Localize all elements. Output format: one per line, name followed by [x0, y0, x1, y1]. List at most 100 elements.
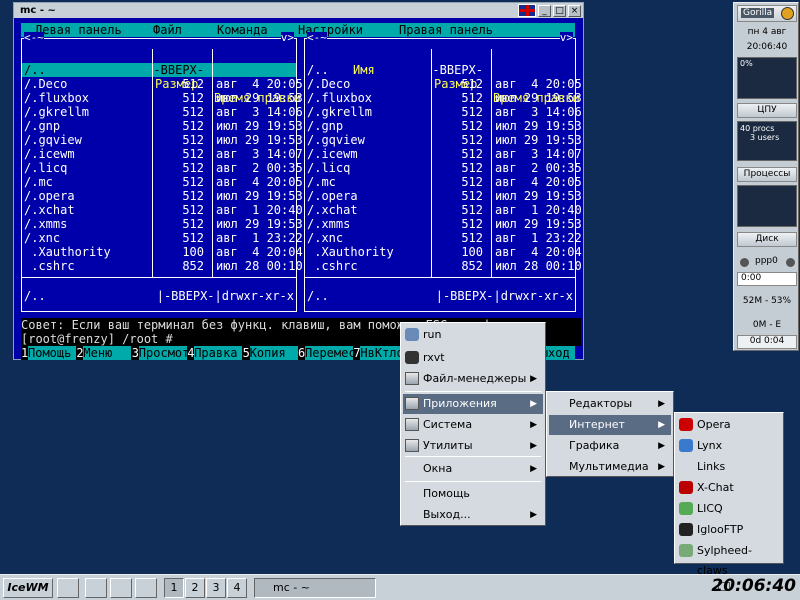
file-date: авг 3 14:07: [495, 147, 582, 161]
menu-item[interactable]: Sylpheed-claws: [677, 541, 781, 577]
menu-item-label: Утилиты: [423, 439, 473, 452]
file-row[interactable]: /.xnc 512 авг 1 23:22: [305, 231, 582, 245]
maximize-button[interactable]: □: [553, 4, 566, 17]
file-row[interactable]: /.gnp 512 июл 29 19:53: [22, 119, 303, 133]
menu-item[interactable]: Система ▶: [403, 415, 543, 435]
menu-item[interactable]: IglooFTP: [677, 520, 781, 540]
file-row[interactable]: /.licq 512 авг 2 00:35: [305, 161, 582, 175]
file-row[interactable]: /.gkrellm 512 авг 3 14:06: [305, 105, 582, 119]
close-button[interactable]: ×: [568, 4, 581, 17]
right-panel[interactable]: <-~ v> Имя Размер Время правки /.. -BBEPX…: [304, 32, 582, 312]
file-row[interactable]: /.xchat 512 авг 1 20:40: [22, 203, 303, 217]
fkey-label[interactable]: Просмотр: [138, 346, 187, 360]
menu-item[interactable]: Редакторы ▶: [549, 394, 671, 414]
taskbar-clock[interactable]: 20:06:40: [711, 576, 796, 596]
file-row[interactable]: /.icewm 512 авг 3 14:07: [305, 147, 582, 161]
menu-file[interactable]: Файл: [153, 23, 182, 37]
menu-item[interactable]: X-Chat: [677, 478, 781, 498]
workspace-3[interactable]: 3: [206, 578, 226, 598]
file-name: /.fluxbox: [307, 91, 373, 105]
file-size: 512: [182, 175, 204, 189]
fkey-label[interactable]: Меню: [83, 346, 132, 360]
fkey-label[interactable]: Помощь: [28, 346, 76, 360]
panel-path-tag[interactable]: <-~: [307, 32, 327, 44]
file-size: 512: [461, 147, 483, 161]
file-row[interactable]: /.opera 512 июл 29 19:53: [22, 189, 303, 203]
menu-item[interactable]: Приложения ▶: [403, 394, 543, 414]
minimize-button[interactable]: _: [538, 4, 551, 17]
show-desktop-icon[interactable]: [57, 578, 79, 598]
keyboard-layout-flag-icon[interactable]: [518, 4, 536, 17]
menu-item[interactable]: Файл-менеджеры ▶: [403, 369, 543, 389]
panel-menu-tag[interactable]: v>: [559, 32, 573, 44]
fkey-number: 4: [187, 346, 195, 360]
file-row[interactable]: /.opera 512 июл 29 19:53: [305, 189, 582, 203]
menu-item[interactable]: Links: [677, 457, 781, 477]
file-size: -BBEPX-: [153, 63, 204, 77]
fkey-label[interactable]: Перемес: [305, 346, 353, 360]
file-name: /.licq: [307, 161, 351, 175]
menu-item[interactable]: Утилиты ▶: [403, 436, 543, 456]
file-row[interactable]: /.. -BBEPX-: [305, 63, 575, 77]
file-row[interactable]: .cshrc 852 июл 28 00:10: [305, 259, 581, 273]
menu-item[interactable]: Окна ▶: [403, 459, 543, 479]
fkey-number: 2: [76, 346, 84, 360]
fkey-label[interactable]: Копия: [249, 346, 298, 360]
mc-window[interactable]: mc - ~ _ □ × Левая панель Файл Команда Н…: [13, 2, 584, 360]
file-row[interactable]: /.xchat 512 авг 1 20:40: [305, 203, 582, 217]
file-row[interactable]: .Xauthority 100 авг 4 20:04: [22, 245, 302, 259]
file-row[interactable]: /.fluxbox 512 июл 29 19:53: [305, 91, 582, 105]
file-row[interactable]: /.gnp 512 июл 29 19:53: [305, 119, 582, 133]
swap-label: 0M - E: [752, 320, 782, 330]
menu-left-panel[interactable]: Левая панель: [35, 23, 122, 37]
file-row[interactable]: /.Deco 512 авг 4 20:05: [22, 77, 303, 91]
start-button[interactable]: IceWM: [3, 578, 53, 598]
menu-item[interactable]: Мультимедиа ▶: [549, 457, 671, 477]
cpu-graph: 0%: [737, 57, 797, 99]
file-row[interactable]: /.fluxbox 512 июл 29 19:53: [22, 91, 303, 105]
panel-path-tag[interactable]: <-~: [24, 32, 44, 44]
file-size: 512: [461, 161, 483, 175]
menu-item[interactable]: Помощь: [403, 484, 543, 504]
menu-right-panel[interactable]: Правая панель: [399, 23, 493, 37]
folder-icon: [405, 418, 419, 431]
terminal-area[interactable]: Левая панель Файл Команда Настройки Прав…: [14, 19, 583, 360]
menu-item[interactable]: rxvt: [403, 348, 543, 368]
file-row[interactable]: /.mc 512 авг 4 20:05: [22, 175, 303, 189]
left-panel[interactable]: <-~ v> Имя Размер Время правки /.. -BBEPX…: [21, 32, 303, 312]
file-manager-icon[interactable]: [110, 578, 132, 598]
menu-item[interactable]: Lynx: [677, 436, 781, 456]
file-row[interactable]: /.. -BBEPX-: [22, 63, 296, 77]
file-row[interactable]: .cshrc 852 июл 28 00:10: [22, 259, 302, 273]
file-row[interactable]: .Xauthority 100 авг 4 20:04: [305, 245, 581, 259]
workspace-4[interactable]: 4: [227, 578, 247, 598]
menu-item[interactable]: Opera: [677, 415, 781, 435]
file-date: авг 3 14:07: [216, 147, 303, 161]
file-row[interactable]: /.Deco 512 авг 4 20:05: [305, 77, 582, 91]
file-row[interactable]: /.xnc 512 авг 1 23:22: [22, 231, 303, 245]
menu-item[interactable]: run: [403, 325, 543, 345]
panel-menu-tag[interactable]: v>: [280, 32, 294, 44]
menu-item[interactable]: Выход... ▶: [403, 505, 543, 525]
workspace-2[interactable]: 2: [185, 578, 205, 598]
computer-icon[interactable]: [85, 578, 107, 598]
file-row[interactable]: /.gqview 512 июл 29 19:53: [22, 133, 303, 147]
settings-icon[interactable]: [135, 578, 157, 598]
menu-command[interactable]: Команда: [217, 23, 268, 37]
file-row[interactable]: /.mc 512 авг 4 20:05: [305, 175, 582, 189]
menu-item[interactable]: LICQ: [677, 499, 781, 519]
menu-item[interactable]: Интернет ▶: [549, 415, 671, 435]
file-date: июл 29 19:53: [495, 133, 582, 147]
file-row[interactable]: /.gqview 512 июл 29 19:53: [305, 133, 582, 147]
file-row[interactable]: /.xmms 512 июл 29 19:53: [305, 217, 582, 231]
file-size: 512: [182, 231, 204, 245]
workspace-1[interactable]: 1: [164, 578, 184, 598]
file-row[interactable]: /.xmms 512 июл 29 19:53: [22, 217, 303, 231]
task-button-mc[interactable]: mc - ~: [254, 578, 376, 598]
file-row[interactable]: /.gkrellm 512 авг 3 14:06: [22, 105, 303, 119]
file-row[interactable]: /.licq 512 авг 2 00:35: [22, 161, 303, 175]
fkey-label[interactable]: Правка: [194, 346, 243, 360]
menu-item[interactable]: Графика ▶: [549, 436, 671, 456]
file-row[interactable]: /.icewm 512 авг 3 14:07: [22, 147, 303, 161]
window-titlebar[interactable]: mc - ~ _ □ ×: [14, 3, 583, 18]
